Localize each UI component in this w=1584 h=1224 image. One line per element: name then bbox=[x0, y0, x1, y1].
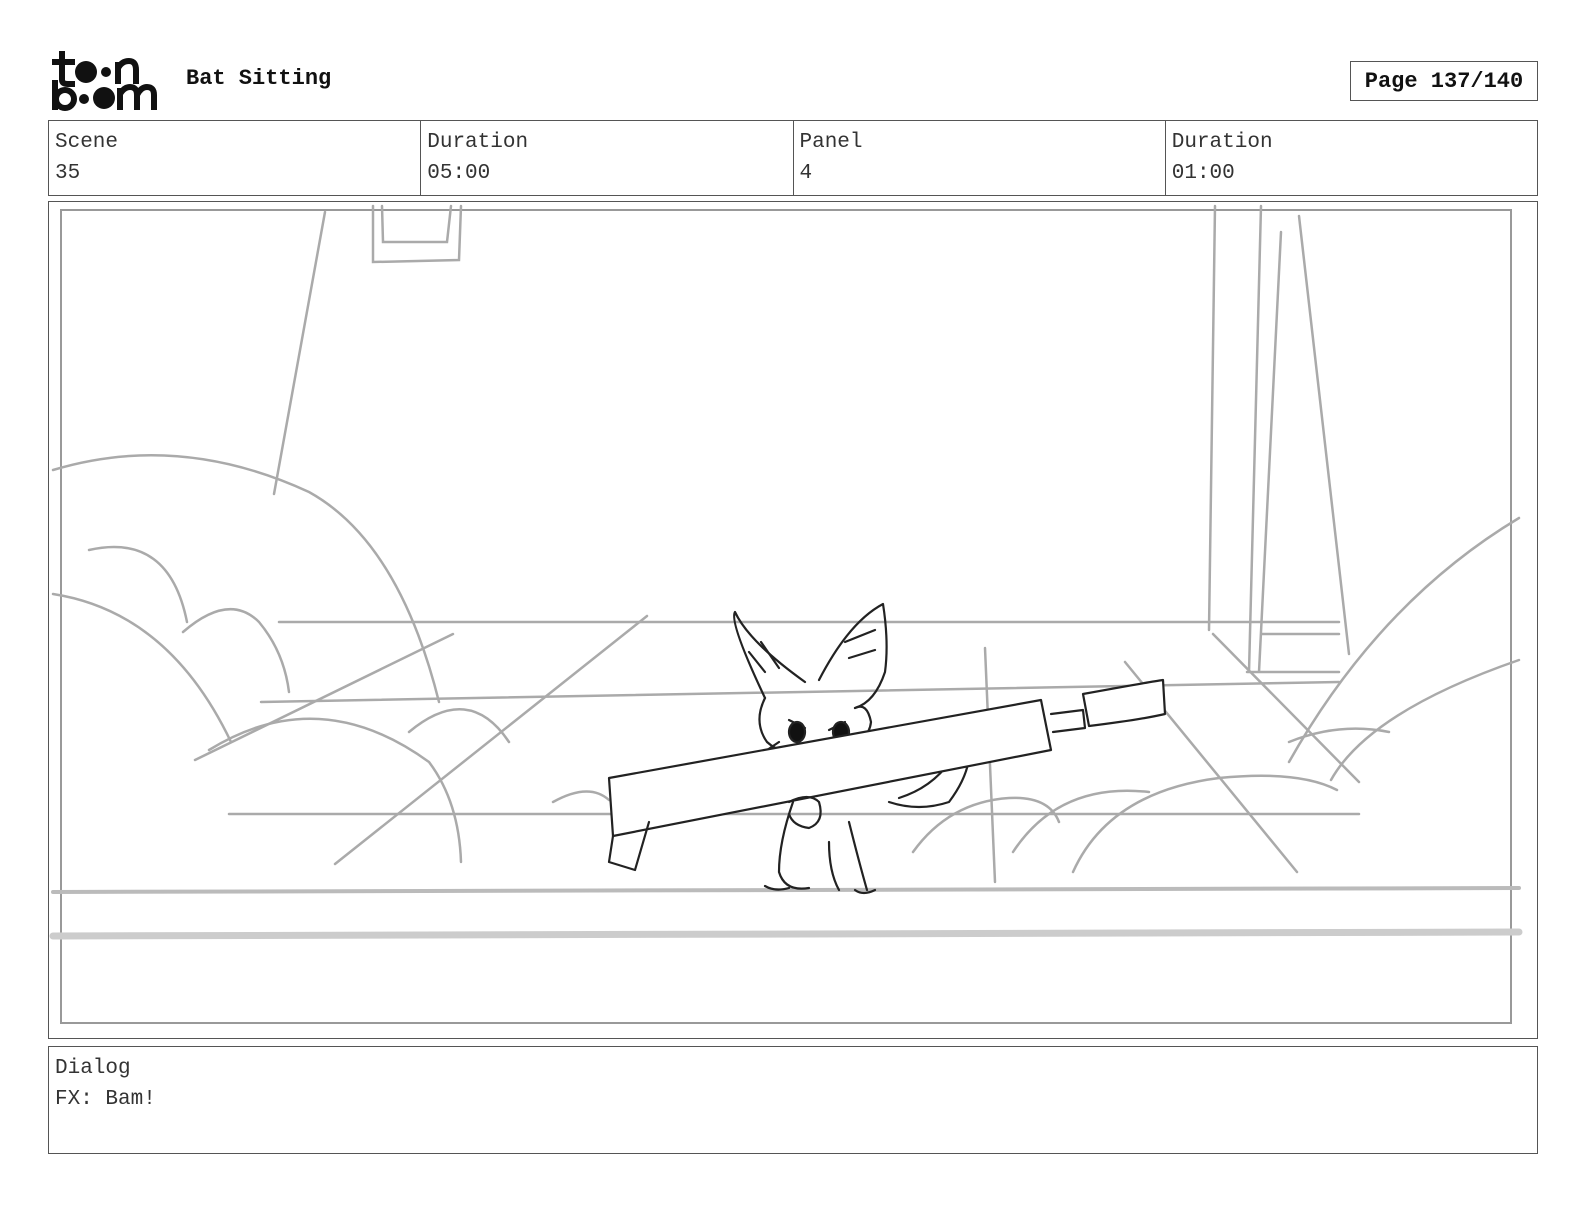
panel-info-table: Scene 35 Duration 05:00 Panel 4 Duration… bbox=[48, 120, 1538, 196]
scene-duration-cell: Duration 05:00 bbox=[421, 121, 794, 195]
scene-label: Scene bbox=[55, 131, 119, 154]
bat-character bbox=[607, 602, 1167, 895]
scene-value: 35 bbox=[55, 162, 81, 185]
storyboard-sketch bbox=[49, 204, 1523, 1024]
dialog-box: Dialog FX: Bam! bbox=[48, 1046, 1538, 1154]
project-title: Bat Sitting bbox=[186, 66, 332, 91]
dialog-text: FX: Bam! bbox=[55, 1088, 156, 1111]
toonboom-logo bbox=[52, 51, 157, 111]
page-indicator: Page 137/140 bbox=[1350, 61, 1538, 101]
panel-duration-value: 01:00 bbox=[1171, 162, 1235, 185]
panel-duration-label: Duration bbox=[1171, 131, 1273, 154]
scene-duration-value: 05:00 bbox=[427, 162, 491, 185]
panel-duration-cell: Duration 01:00 bbox=[1166, 121, 1537, 195]
panel-value: 4 bbox=[799, 162, 813, 185]
dialog-label: Dialog bbox=[55, 1057, 131, 1080]
panel-cell: Panel 4 bbox=[794, 121, 1166, 195]
panel-label: Panel bbox=[799, 131, 863, 154]
safe-frame bbox=[60, 209, 1512, 1024]
scene-cell: Scene 35 bbox=[49, 121, 422, 195]
scene-duration-label: Duration bbox=[427, 131, 529, 154]
storyboard-panel bbox=[48, 201, 1538, 1039]
